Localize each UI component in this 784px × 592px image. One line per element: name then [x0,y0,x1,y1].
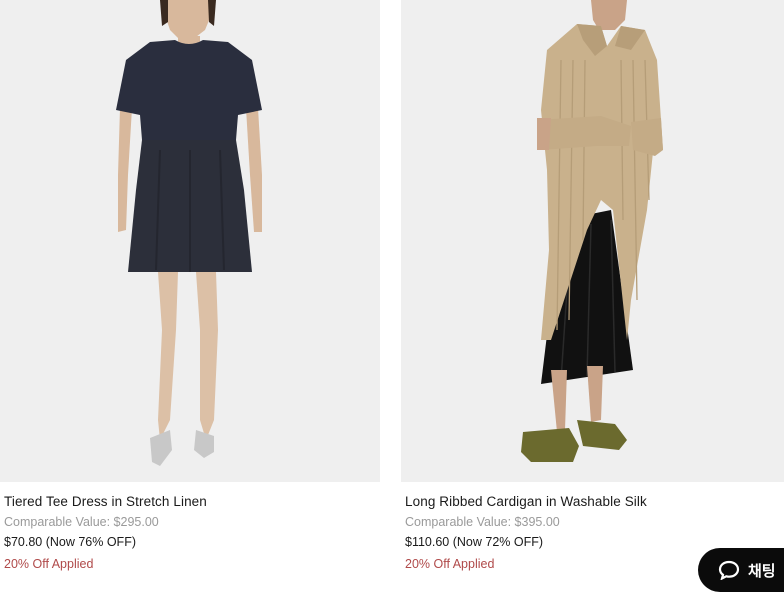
product-card-cardigan[interactable]: Long Ribbed Cardigan in Washable Silk Co… [401,0,784,571]
promo-badge: 20% Off Applied [4,557,94,571]
chat-label: 채팅 [748,561,776,580]
chat-button[interactable]: 채팅 [698,548,784,592]
product-name[interactable]: Long Ribbed Cardigan in Washable Silk [405,494,784,509]
product-card-tee-dress[interactable]: Tiered Tee Dress in Stretch Linen Compar… [0,0,380,571]
product-image[interactable] [401,0,784,482]
product-price: $110.60 (Now 72% OFF) [405,535,544,549]
beige-cardigan-photo [401,0,784,482]
product-price: $70.80 (Now 76% OFF) [4,535,136,549]
product-image[interactable] [0,0,380,482]
navy-tee-dress-photo [0,0,380,482]
chat-bubble-icon [718,560,740,580]
comparable-value: Comparable Value: $295.00 [4,515,159,529]
product-name[interactable]: Tiered Tee Dress in Stretch Linen [4,494,380,509]
comparable-value: Comparable Value: $395.00 [405,515,560,529]
